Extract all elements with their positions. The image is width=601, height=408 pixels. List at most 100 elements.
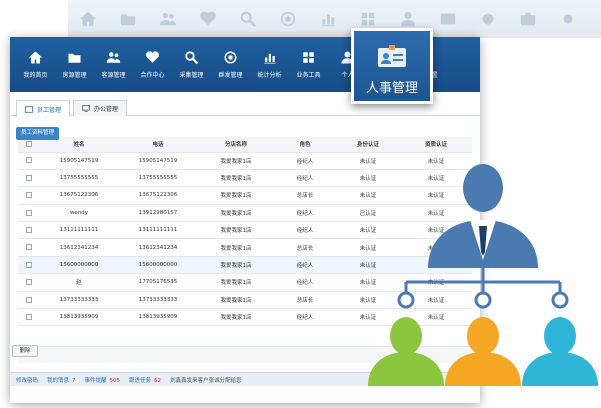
nav-label: 合作中心 [140, 72, 165, 79]
nav-item-home[interactable]: 我的首页 [16, 37, 55, 92]
table-header-row: 姓名 电话 分店名称 角色 身份认证 资质认证 [18, 137, 472, 153]
hr-management-callout[interactable]: 人事管理 [351, 28, 433, 104]
cell-name: 13675122306 [40, 186, 118, 205]
cell-branch: 我爱我家1店 [198, 169, 274, 188]
nav-item-stats[interactable]: 统计分析 [250, 37, 289, 92]
staff-figure-orange [445, 317, 521, 386]
status-count: 7 [72, 377, 76, 384]
magnifier-icon [228, 0, 268, 38]
cell-phone: 13912980157 [118, 204, 198, 223]
cell-phone: 13755555555 [118, 169, 198, 188]
cell-role: 经纪人 [274, 256, 336, 275]
nav-item-tools[interactable]: 业务工具 [289, 37, 328, 92]
manager-figure [428, 164, 538, 268]
cell-name: 13111111111 [40, 221, 118, 240]
handshake-icon [145, 51, 160, 63]
status-follow-tasks[interactable]: 跟进任务 52 [129, 376, 161, 384]
hr-management-label: 人事管理 [365, 81, 418, 96]
subtab-staff-profile[interactable]: 员工资料管理 [16, 127, 60, 140]
cell-branch: 我爱我家1店 [198, 186, 274, 205]
cell-phone: 15600000000 [118, 256, 198, 275]
status-change-password[interactable]: 修改密码 [16, 376, 38, 384]
status-count: 52 [154, 377, 162, 384]
nav-item-collect[interactable]: 采集管理 [172, 37, 211, 92]
cell-role: 经纪人 [274, 152, 336, 170]
status-my-messages[interactable]: 我的消息 7 [47, 376, 76, 384]
bar-chart-icon [264, 53, 276, 64]
row-checkbox[interactable] [18, 238, 40, 257]
users-icon [148, 0, 188, 38]
connector-lines [397, 268, 569, 309]
home-icon [28, 51, 43, 64]
nav-label: 房源管理 [62, 72, 87, 79]
staff-icon [25, 105, 33, 113]
nav-label: 我的首页 [23, 72, 48, 79]
cell-role: 经纪人 [274, 308, 336, 327]
nav-item-broadcast[interactable]: 群发管理 [211, 37, 250, 92]
column-header-qual-cert[interactable]: 资质认证 [400, 137, 472, 153]
cell-role: 经纪人 [274, 204, 336, 223]
nav-item-clients[interactable]: 客源管理 [94, 37, 133, 92]
tab-office[interactable]: 办公管理 [73, 100, 128, 116]
home-icon [68, 0, 108, 38]
column-header-branch[interactable]: 分店名称 [198, 137, 274, 153]
column-header-phone[interactable]: 电话 [118, 137, 198, 153]
nav-label: 统计分析 [257, 72, 282, 79]
cell-role: 总店长 [274, 291, 336, 310]
cell-name: 13612341234 [40, 238, 118, 257]
cell-phone: 13733333333 [118, 291, 198, 310]
settings-icon [548, 0, 588, 38]
delete-button[interactable]: 删除 [12, 345, 38, 357]
row-checkbox[interactable] [18, 291, 40, 310]
row-checkbox[interactable] [18, 273, 40, 292]
staff-figure-green [368, 317, 444, 386]
sub-tab-bar: 员工资料管理 [10, 116, 480, 140]
grid-icon [303, 52, 314, 63]
cell-phone: 13612341234 [118, 238, 198, 257]
cell-name: 13813935909 [40, 308, 118, 327]
id-card-icon [428, 0, 468, 38]
broadcast-icon [224, 51, 237, 64]
nav-label: 群发管理 [218, 72, 243, 79]
folder-icon [108, 0, 148, 38]
cell-name: 15905147519 [40, 152, 118, 170]
row-checkbox[interactable] [18, 308, 40, 327]
cell-name: 13755555555 [40, 169, 118, 188]
row-checkbox[interactable] [18, 169, 40, 188]
cell-role: 经纪人 [274, 169, 336, 188]
status-event-reminders[interactable]: 事件提醒 505 [85, 376, 121, 384]
cell-branch: 我爱我家1店 [198, 273, 274, 292]
cell-name: 15600000000 [40, 256, 118, 275]
row-checkbox[interactable] [18, 204, 40, 223]
cell-role: 总店长 [274, 238, 336, 257]
cell-phone: 13111111111 [118, 221, 198, 240]
id-card-icon [378, 45, 406, 67]
cell-branch: 我爱我家1店 [198, 256, 274, 275]
nav-item-cooperation[interactable]: 合作中心 [133, 37, 172, 92]
row-checkbox[interactable] [18, 186, 40, 205]
cell-branch: 我爱我家1店 [198, 308, 274, 327]
row-checkbox[interactable] [18, 256, 40, 275]
users-icon [106, 52, 121, 63]
cell-name: 13733333333 [40, 291, 118, 310]
status-label: 事件提醒 [84, 377, 107, 384]
staff-figure-cyan [522, 317, 598, 386]
magnifier-icon [185, 51, 199, 65]
row-checkbox[interactable] [18, 221, 40, 240]
status-label: 修改密码 [16, 377, 39, 384]
cell-name: 赵 [40, 273, 118, 292]
bar-chart-icon [308, 0, 348, 38]
nav-item-property[interactable]: 房源管理 [55, 37, 94, 92]
cell-phone: 17705176535 [118, 273, 198, 292]
row-checkbox[interactable] [18, 152, 40, 170]
gear-icon [468, 0, 508, 38]
handshake-icon [188, 0, 228, 38]
status-label: 跟进任务 [129, 377, 152, 384]
tab-staff[interactable]: 员工管理 [16, 100, 71, 117]
cell-branch: 我爱我家1店 [198, 204, 274, 223]
status-message[interactable]: 刘鑫鑫发来客户张诚分配给您 [170, 376, 242, 384]
column-header-role[interactable]: 角色 [274, 137, 336, 153]
status-label: 我的消息 [47, 377, 70, 384]
column-header-id-cert[interactable]: 身份认证 [336, 137, 400, 153]
cell-role: 总店长 [274, 186, 336, 205]
